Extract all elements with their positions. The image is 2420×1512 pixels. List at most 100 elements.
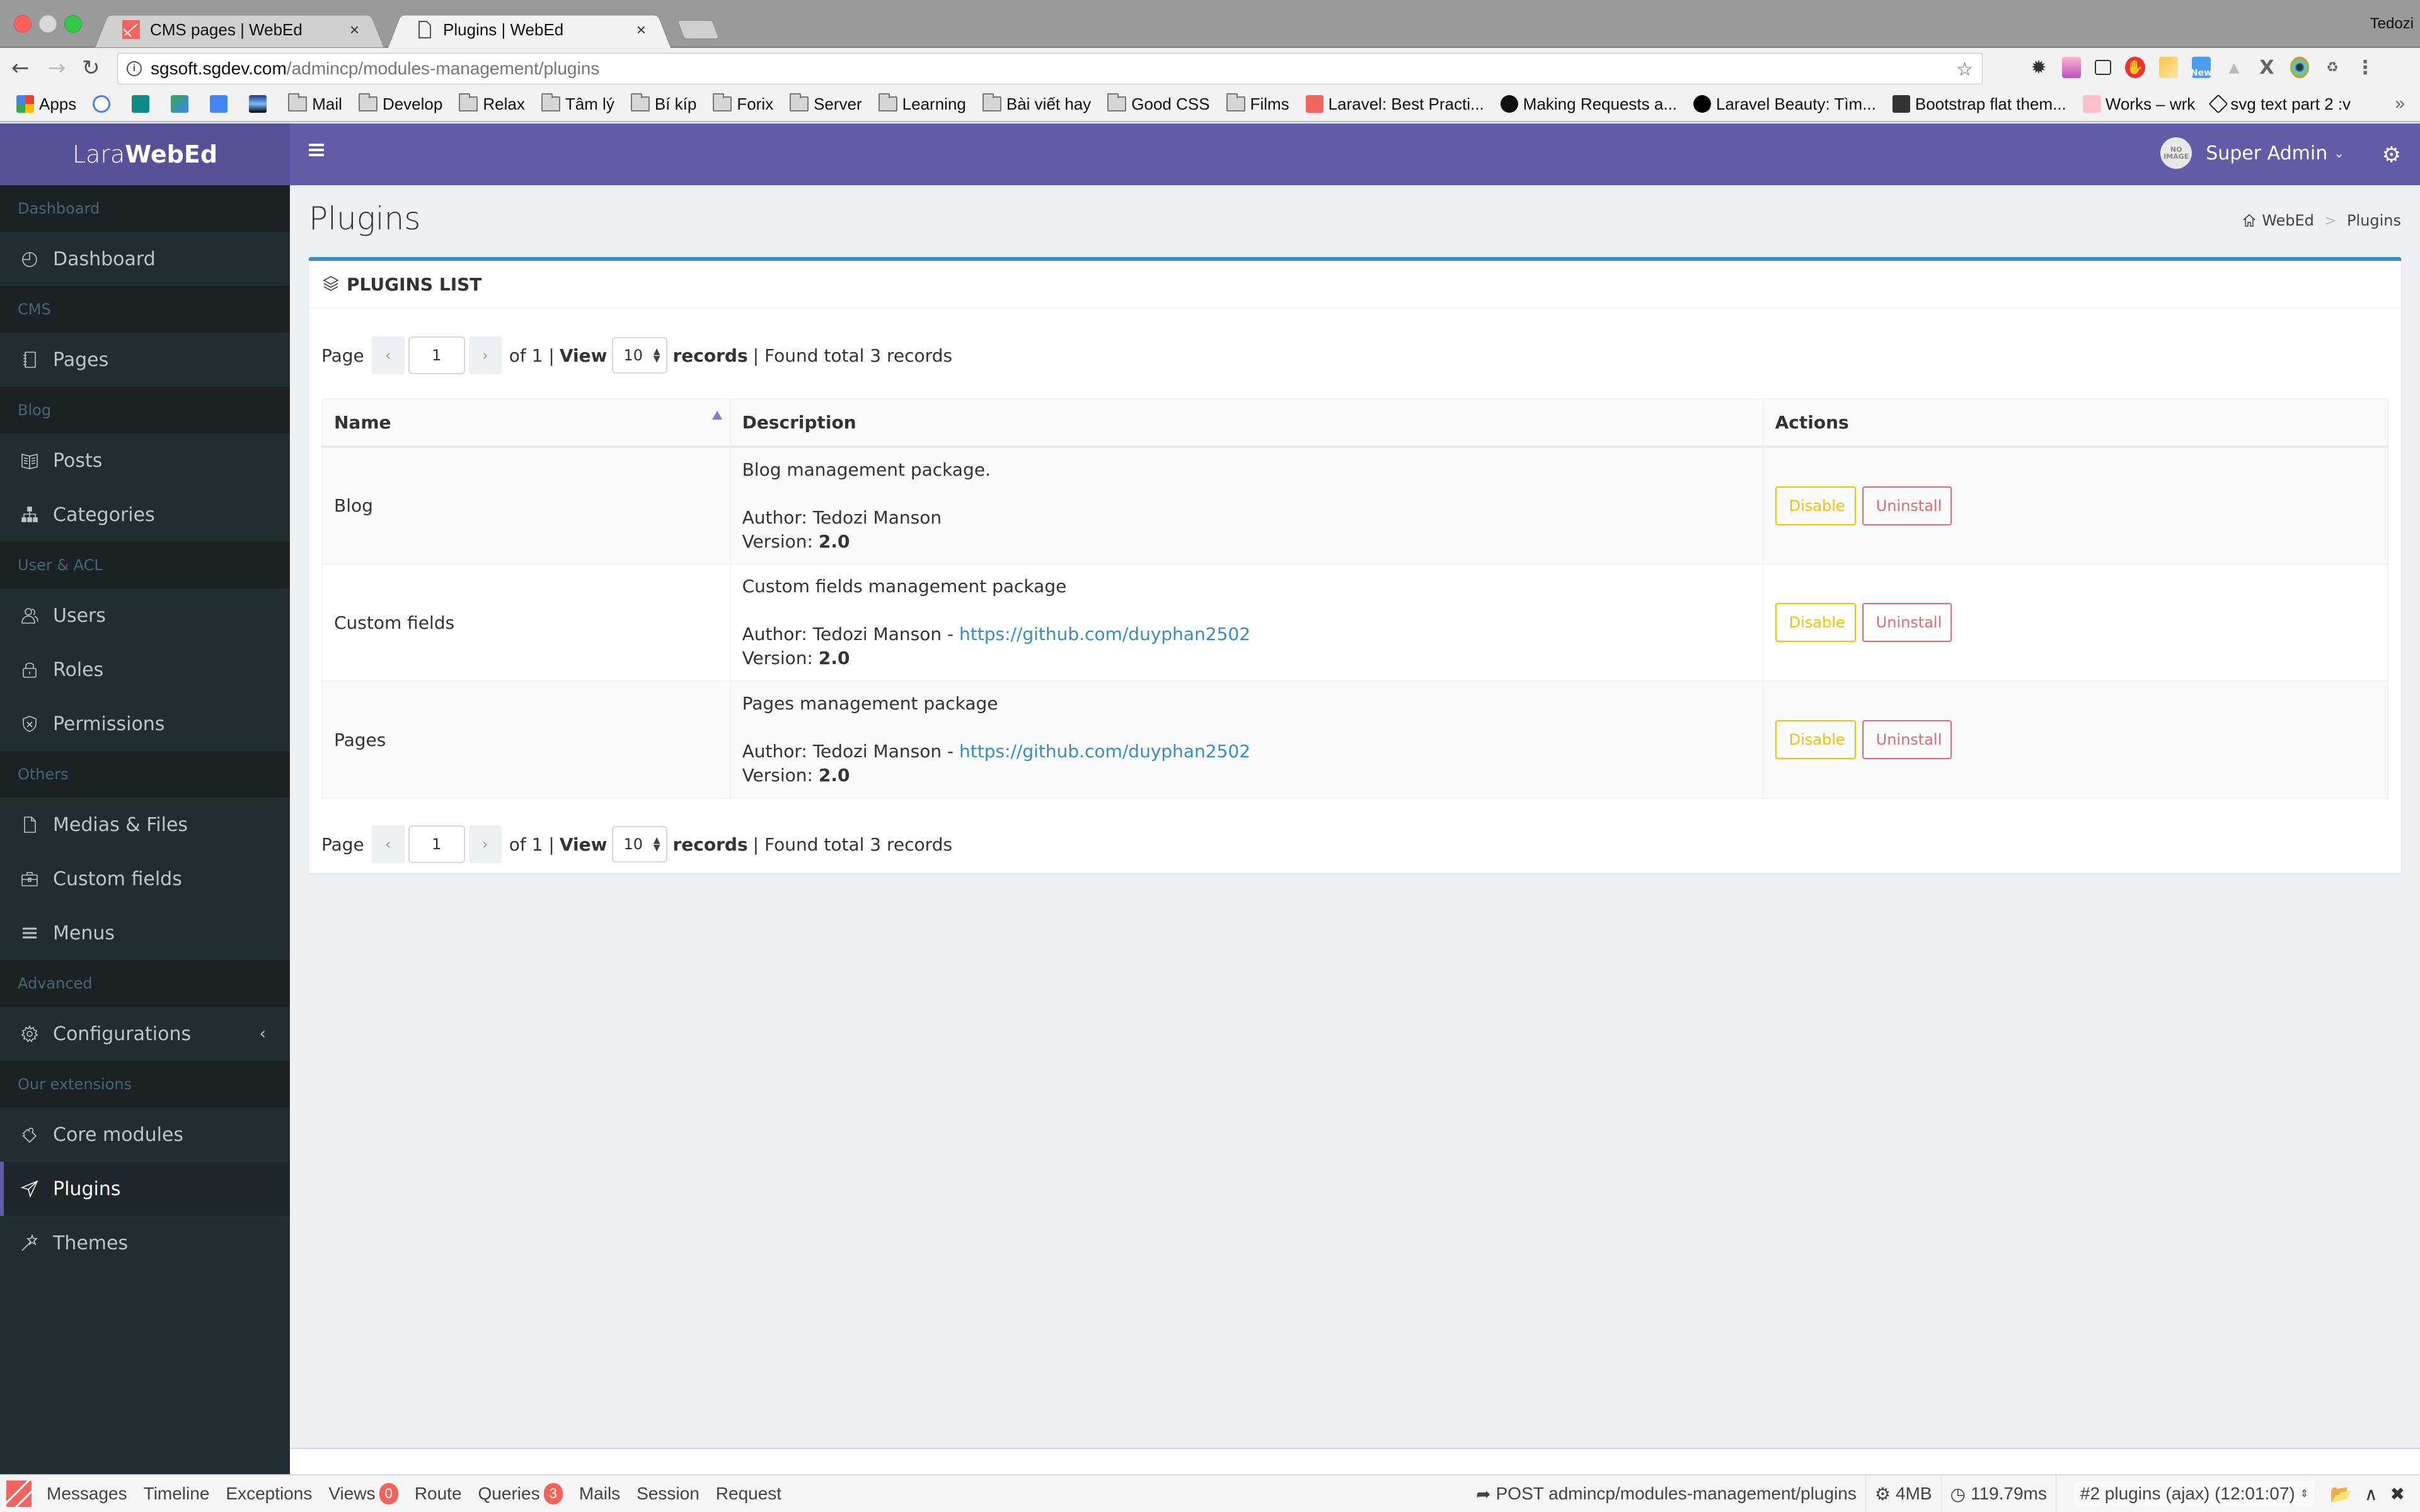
- eye-extension-icon[interactable]: [2290, 57, 2309, 78]
- debugbar-tab-messages[interactable]: Messages: [47, 1484, 127, 1504]
- bookmark-mail[interactable]: Mail: [288, 93, 342, 114]
- column-header-name[interactable]: Name: [321, 398, 731, 448]
- browser-tab-cms-pages[interactable]: CMS pages | WebEd ×: [95, 11, 384, 48]
- address-bar[interactable]: i sgsoft.sgdev.com/admincp/modules-manag…: [117, 53, 1983, 84]
- debugbar-request[interactable]: ➦ POST admincp/modules-management/plugins: [1467, 1475, 1865, 1512]
- sidebar-item-pages[interactable]: Pages: [0, 333, 290, 387]
- gears-icon[interactable]: ⚙: [2382, 142, 2401, 168]
- close-icon[interactable]: ✖: [2384, 1484, 2411, 1504]
- bookmark-svg-text-part-2-v[interactable]: svg text part 2 :v: [2208, 94, 2351, 114]
- sidebar-item-permissions[interactable]: Permissions: [0, 697, 290, 751]
- chevron-up-icon[interactable]: ∧: [2358, 1484, 2384, 1504]
- disable-button[interactable]: Disable: [1775, 486, 1856, 525]
- pager-page-input[interactable]: [408, 336, 465, 374]
- sidebar-item-custom-fields[interactable]: Custom fields: [0, 852, 290, 906]
- debugbar-dataset-select[interactable]: #2 plugins (ajax) (12:01:07) ⇕: [2073, 1481, 2315, 1506]
- sidebar-item-medias-files[interactable]: Medias & Files: [0, 798, 290, 852]
- x-extension-icon[interactable]: X: [2257, 57, 2276, 79]
- uninstall-button[interactable]: Uninstall: [1862, 720, 1952, 759]
- window-minimize-button[interactable]: [39, 15, 57, 33]
- bookmark-laravel-beauty-t-m[interactable]: Laravel Beauty: Tìm...: [1693, 94, 1876, 114]
- bookmark-relax[interactable]: Relax: [459, 93, 525, 114]
- uninstall-button[interactable]: Uninstall: [1862, 603, 1952, 642]
- bookmark-laravel-best-practi[interactable]: Laravel: Best Practi...: [1305, 94, 1484, 114]
- info-icon[interactable]: i: [127, 61, 142, 76]
- bookmark-films[interactable]: Films: [1226, 93, 1289, 114]
- settings-extension-icon[interactable]: ✹: [2029, 57, 2048, 79]
- sidebar-item-dashboard[interactable]: Dashboard: [0, 232, 290, 286]
- sidebar-item-roles[interactable]: Roles: [0, 643, 290, 697]
- bookmark-develop[interactable]: Develop: [358, 93, 442, 114]
- bookmark-works-wrk[interactable]: Works – wrk: [2082, 94, 2195, 114]
- debugbar-tab-exceptions[interactable]: Exceptions: [226, 1484, 312, 1504]
- bookmark-t-m-l[interactable]: Tâm lý: [541, 93, 614, 114]
- bookmarks-overflow-icon[interactable]: »: [2395, 93, 2405, 113]
- pager-prev-button[interactable]: ‹: [371, 336, 405, 374]
- sidebar-toggle-icon[interactable]: [309, 144, 324, 158]
- per-page-select[interactable]: 10 ▲ ▼: [612, 337, 668, 374]
- debugbar-time[interactable]: ◷ 119.79ms: [1940, 1475, 2056, 1512]
- pager-next-button[interactable]: ›: [468, 336, 502, 374]
- sidebar-item-posts[interactable]: Posts: [0, 433, 290, 488]
- folder-open-icon[interactable]: 📂: [2324, 1484, 2358, 1504]
- browser-profile-name[interactable]: Tedozi: [2370, 15, 2414, 33]
- breadcrumb-link-webed[interactable]: WebEd: [2262, 212, 2314, 229]
- pager-prev-button[interactable]: ‹: [371, 825, 405, 863]
- bookmark-bootstrap-flat-them[interactable]: Bootstrap flat them...: [1892, 94, 2066, 114]
- drive-extension-icon[interactable]: ▲: [2225, 57, 2244, 78]
- bookmark-image[interactable]: [249, 95, 272, 113]
- bookmark-learning[interactable]: Learning: [878, 93, 966, 114]
- per-page-select[interactable]: 10 ▲ ▼: [612, 826, 668, 862]
- gradient-extension-icon[interactable]: [2062, 57, 2081, 78]
- sidebar-item-plugins[interactable]: Plugins: [0, 1162, 290, 1216]
- debugbar-tab-session[interactable]: Session: [637, 1484, 700, 1504]
- bookmark-star-icon[interactable]: ☆: [1956, 59, 1973, 81]
- responsive-extension-icon[interactable]: [2095, 60, 2111, 75]
- pager-page-input[interactable]: [408, 825, 465, 863]
- back-arrow-icon[interactable]: ←: [11, 57, 30, 79]
- laravel-logo-icon[interactable]: [6, 1480, 32, 1507]
- sidebar-item-menus[interactable]: Menus: [0, 906, 290, 960]
- pager-next-button[interactable]: ›: [468, 825, 502, 863]
- uninstall-button[interactable]: Uninstall: [1862, 486, 1952, 525]
- bookmark-making-requests-a[interactable]: Making Requests a...: [1500, 94, 1677, 114]
- window-close-button[interactable]: [14, 15, 32, 33]
- debugbar-tab-route[interactable]: Route: [415, 1484, 462, 1504]
- new-badge-extension-icon[interactable]: New: [2191, 57, 2212, 78]
- bookmark-forix[interactable]: Forix: [713, 93, 773, 114]
- user-menu[interactable]: NO IMAGE Super Admin ⌄: [2160, 137, 2344, 169]
- debugbar-tab-request[interactable]: Request: [716, 1484, 781, 1504]
- sidebar-item-users[interactable]: Users: [0, 588, 290, 643]
- browser-menu-icon[interactable]: ⋮: [2356, 57, 2375, 79]
- bookmark-good-css[interactable]: Good CSS: [1107, 93, 1210, 114]
- bookmark-bing[interactable]: [132, 95, 154, 113]
- brand-logo[interactable]: Lara WebEd: [0, 123, 290, 185]
- adblock-extension-icon[interactable]: ✋: [2125, 57, 2145, 78]
- sidebar-item-categories[interactable]: Categories: [0, 488, 290, 542]
- browser-tab-plugins[interactable]: Plugins | WebEd ×: [388, 11, 671, 48]
- bookmark-b-k-p[interactable]: Bí kíp: [630, 93, 696, 114]
- tab-close-icon[interactable]: ×: [350, 20, 359, 40]
- bookmark-translate[interactable]: [171, 95, 193, 113]
- bookmark-google[interactable]: [93, 95, 115, 113]
- sidebar-item-configurations[interactable]: Configurations ‹: [0, 1007, 290, 1061]
- bookmark-server[interactable]: Server: [790, 93, 862, 114]
- colorzilla-extension-icon[interactable]: [2159, 57, 2178, 78]
- debugbar-tab-queries[interactable]: Queries 3: [478, 1483, 563, 1504]
- bookmark-google-translate[interactable]: [210, 95, 233, 113]
- tab-close-icon[interactable]: ×: [637, 20, 646, 40]
- disable-button[interactable]: Disable: [1775, 720, 1856, 759]
- reload-icon[interactable]: ↻: [82, 57, 100, 79]
- recycle-extension-icon[interactable]: ♻: [2323, 57, 2342, 78]
- disable-button[interactable]: Disable: [1775, 603, 1856, 642]
- window-zoom-button[interactable]: [64, 15, 82, 33]
- debugbar-memory[interactable]: ⚙ 4MB: [1865, 1475, 1941, 1512]
- author-link[interactable]: https://github.com/duyphan2502: [959, 741, 1250, 762]
- debugbar-tab-timeline[interactable]: Timeline: [144, 1484, 210, 1504]
- sidebar-item-themes[interactable]: Themes: [0, 1216, 290, 1270]
- new-tab-button[interactable]: [677, 20, 720, 39]
- bookmark-b-i-vi-t-hay[interactable]: Bài viết hay: [982, 93, 1091, 114]
- bookmark-apps[interactable]: Apps: [16, 94, 76, 114]
- sidebar-item-core-modules[interactable]: Core modules: [0, 1108, 290, 1162]
- debugbar-tab-views[interactable]: Views 0: [328, 1483, 398, 1504]
